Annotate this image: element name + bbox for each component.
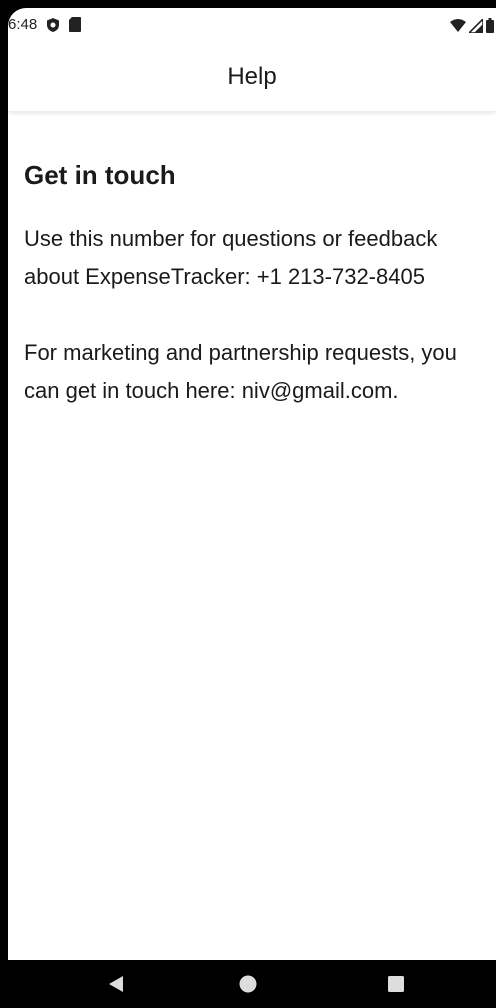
battery-icon <box>486 18 494 33</box>
shield-icon <box>46 17 60 33</box>
page-title: Help <box>227 62 277 90</box>
device-frame: 6:48 Help Get in touch Use this number f… <box>0 0 496 1008</box>
navigation-bar <box>0 960 496 1008</box>
home-icon[interactable] <box>236 972 260 996</box>
wifi-icon <box>450 19 466 32</box>
contact-email-text: For marketing and partnership requests, … <box>24 340 457 403</box>
status-bar: 6:48 <box>8 8 496 42</box>
screen: 6:48 Help Get in touch Use this number f… <box>8 8 496 960</box>
signal-icon <box>469 18 483 33</box>
sd-card-icon <box>69 17 82 32</box>
app-bar: Help <box>8 42 496 112</box>
section-heading: Get in touch <box>24 160 176 190</box>
status-left: 6:48 <box>8 16 82 33</box>
back-icon[interactable] <box>104 972 128 996</box>
status-time: 6:48 <box>8 16 38 33</box>
contact-phone-text: Use this number for questions or feedbac… <box>24 226 438 289</box>
help-content: Get in touch Use this number for questio… <box>24 158 484 410</box>
status-right <box>450 18 494 33</box>
recents-icon[interactable] <box>384 972 408 996</box>
